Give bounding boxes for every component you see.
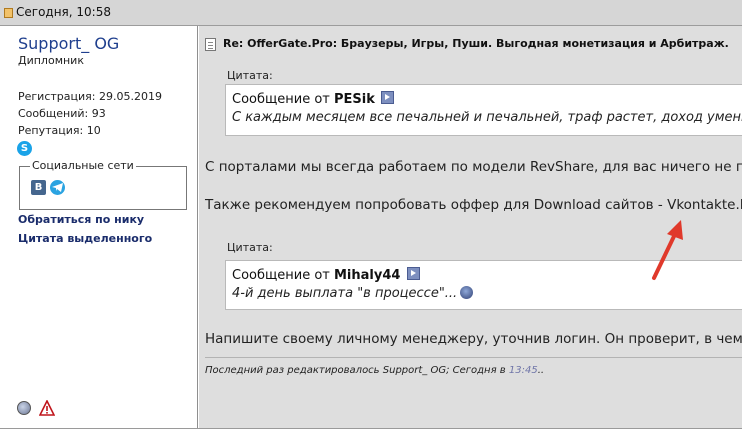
quote-from-prefix: Сообщение от: [232, 268, 330, 283]
quote-selected-link[interactable]: Цитата выделенного: [18, 232, 152, 245]
edited-prefix: Последний раз редактировалось Support_ O…: [205, 365, 509, 376]
post-title: Re: OfferGate.Pro: Браузеры, Игры, Пуши.…: [223, 37, 729, 50]
vk-icon[interactable]: В: [31, 180, 46, 195]
user-nick[interactable]: Support_ OG: [18, 34, 119, 53]
quote-box: Сообщение от PESik С каждым месяцем все …: [225, 84, 742, 136]
quote-text: 4-й день выплата "в процессе"...: [232, 286, 474, 301]
online-status-icon: [17, 401, 31, 415]
user-info-panel: Support_ OG Дипломник Регистрация: 29.05…: [0, 26, 198, 428]
quote-from: Сообщение от PESik: [232, 91, 395, 107]
quote-text-content: 4-й день выплата "в процессе"...: [232, 286, 458, 301]
quote-from: Сообщение от Mihaly44: [232, 267, 420, 283]
quote-label: Цитата:: [227, 241, 273, 254]
quote-author: Mihaly44: [334, 268, 401, 283]
edited-suffix: ..: [537, 365, 545, 376]
telegram-icon[interactable]: [50, 180, 65, 195]
post-date: Сегодня, 10:58: [16, 5, 111, 19]
post-content: Re: OfferGate.Pro: Браузеры, Игры, Пуши.…: [199, 26, 742, 428]
mention-by-nick-link[interactable]: Обратиться по нику: [18, 213, 144, 226]
user-rank: Дипломник: [18, 54, 84, 67]
quote-label: Цитата:: [227, 69, 273, 82]
quote-from-prefix: Сообщение от: [232, 92, 330, 107]
post-frame: Сегодня, 10:58 Support_ OG Дипломник Рег…: [0, 0, 742, 429]
user-reputation: Репутация: 10: [18, 124, 101, 137]
divider: [205, 357, 742, 358]
post-paragraph: Также рекомендуем попробовать оффер для …: [205, 197, 742, 213]
doc-icon: [205, 38, 216, 51]
skype-icon[interactable]: S: [17, 141, 32, 156]
post-icon: [4, 8, 13, 18]
social-networks-box: Социальные сети В: [19, 159, 187, 210]
smile-icon: [460, 286, 474, 299]
edited-note: Последний раз редактировалось Support_ O…: [205, 365, 544, 376]
user-messages: Сообщений: 93: [18, 107, 106, 120]
quote-text: С каждым месяцем все печальней и печальн…: [232, 110, 742, 125]
social-networks-title: Социальные сети: [30, 159, 136, 172]
post-header-bar: Сегодня, 10:58: [0, 0, 742, 26]
red-annotation-arrow: [652, 220, 683, 280]
user-registration: Регистрация: 29.05.2019: [18, 90, 162, 103]
quote-author: PESik: [334, 92, 375, 107]
edited-time: 13:45: [508, 365, 538, 376]
report-warning-icon[interactable]: [38, 399, 56, 416]
quote-arrow-icon[interactable]: [406, 267, 420, 280]
post-paragraph: С порталами мы всегда работаем по модели…: [205, 159, 742, 175]
post-paragraph: Напишите своему личному менеджеру, уточн…: [205, 331, 742, 347]
quote-arrow-icon[interactable]: [381, 91, 395, 104]
